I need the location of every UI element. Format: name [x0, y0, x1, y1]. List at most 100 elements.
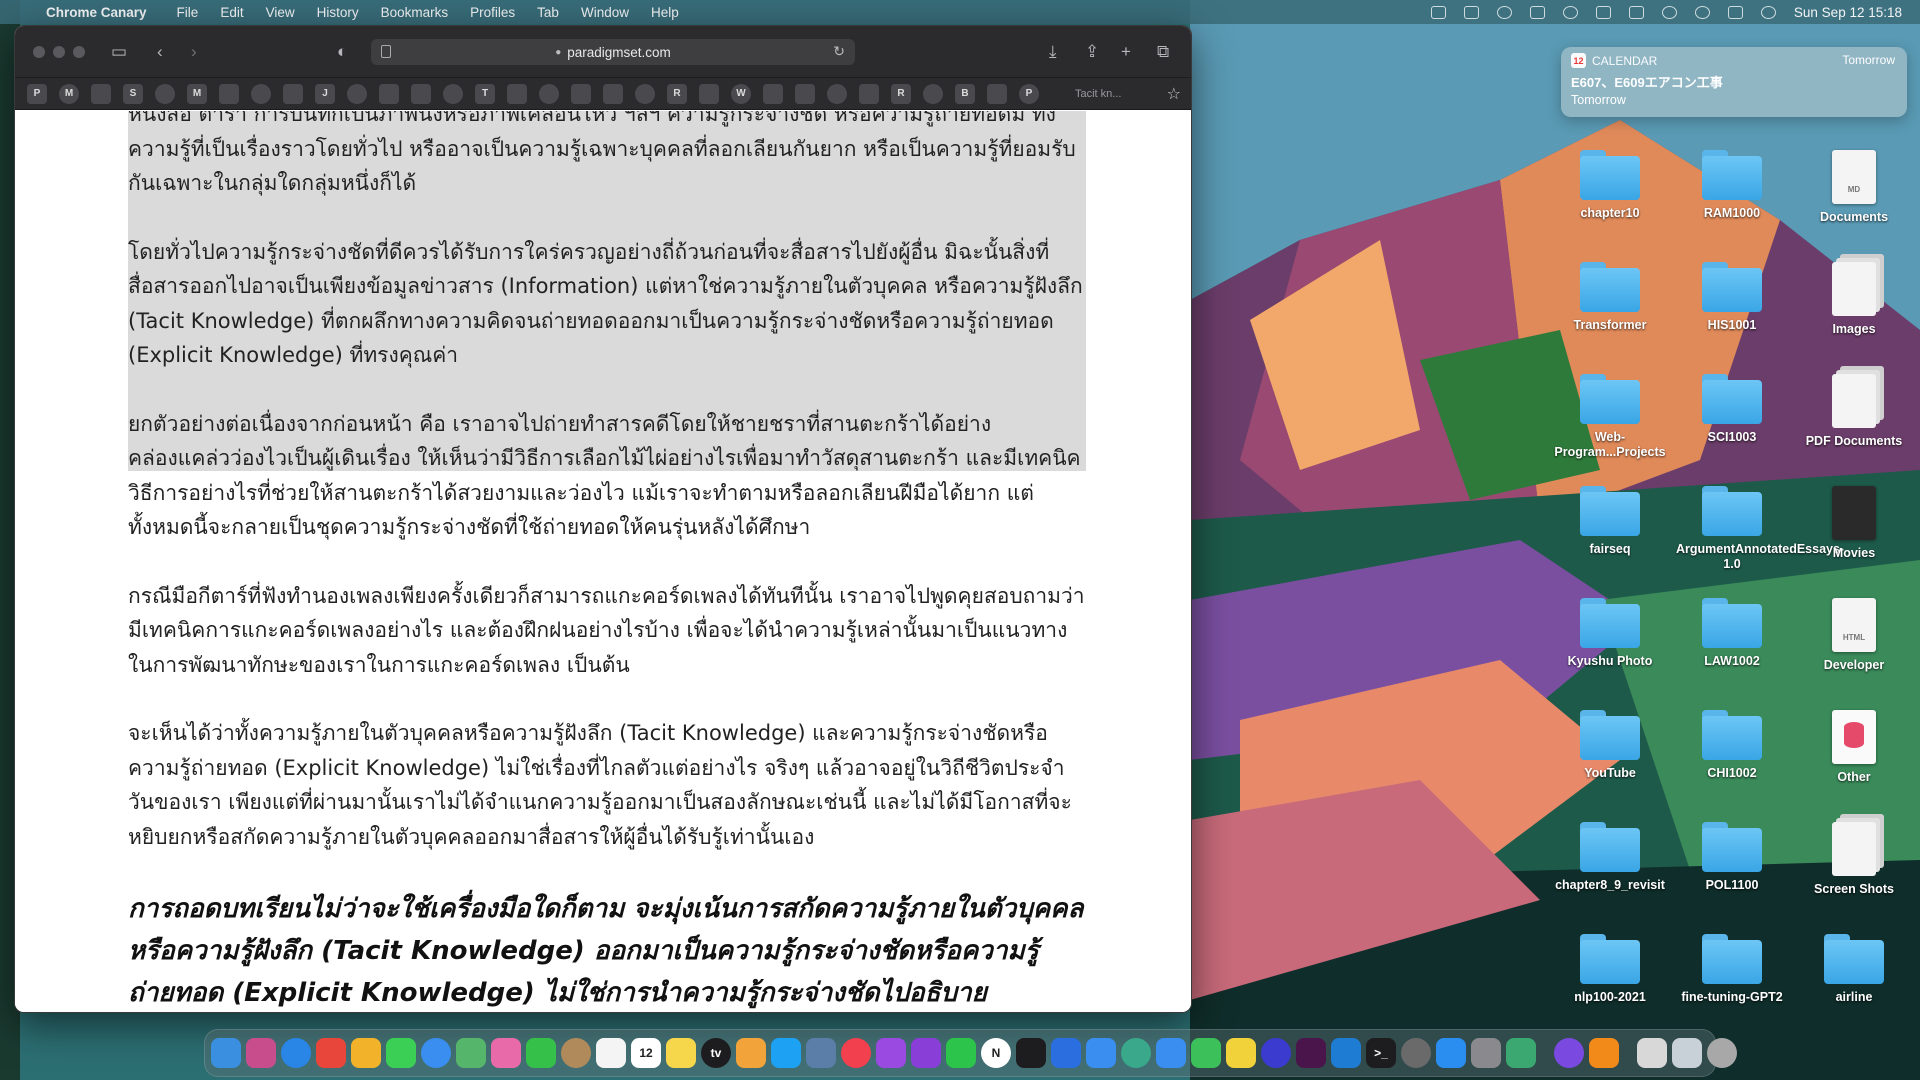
- desktop-item[interactable]: Other: [1798, 710, 1910, 785]
- bookmark-favicon-icon[interactable]: [155, 83, 175, 104]
- numbers-icon[interactable]: [1191, 1038, 1221, 1068]
- desktop-item[interactable]: Transformer: [1554, 262, 1666, 333]
- bookmark-favicon-icon[interactable]: [923, 83, 943, 104]
- vpn-icon[interactable]: [1051, 1038, 1081, 1068]
- bookmark-favicon-icon[interactable]: M: [59, 83, 79, 104]
- bookmark-favicon-icon[interactable]: [987, 83, 1007, 104]
- download-icon[interactable]: ⤓: [1049, 42, 1057, 62]
- bookmark-favicon-icon[interactable]: B: [955, 83, 975, 104]
- desktop-item[interactable]: LAW1002: [1676, 598, 1788, 669]
- menu-clock[interactable]: Sun Sep 12 15:18: [1794, 5, 1902, 20]
- reload-icon[interactable]: ↻: [833, 43, 845, 60]
- gimp-icon[interactable]: [1401, 1038, 1431, 1068]
- menu-history[interactable]: History: [317, 5, 359, 20]
- chrome-canary-icon[interactable]: [351, 1038, 381, 1068]
- menu-tab[interactable]: Tab: [537, 5, 559, 20]
- desktop-item[interactable]: chapter8_9_revisit: [1554, 822, 1666, 893]
- bookmark-favicon-icon[interactable]: R: [667, 83, 687, 104]
- menu-file[interactable]: File: [177, 5, 199, 20]
- share-icon[interactable]: ⇪: [1085, 42, 1099, 62]
- forward-arrow-icon[interactable]: ›: [191, 42, 197, 62]
- desktop-item[interactable]: PDF Documents: [1798, 374, 1910, 449]
- twitter-icon[interactable]: [771, 1038, 801, 1068]
- vlc-icon[interactable]: [1589, 1038, 1619, 1068]
- desktop-item[interactable]: CHI1002: [1676, 710, 1788, 781]
- desktop-item[interactable]: Kyushu Photo: [1554, 598, 1666, 669]
- bookmark-favicon-icon[interactable]: [859, 83, 879, 104]
- trash-icon[interactable]: [1707, 1038, 1737, 1068]
- desktop-item[interactable]: fine-tuning-GPT2: [1676, 934, 1788, 1005]
- wifi-icon[interactable]: [1661, 5, 1677, 19]
- desktop-item[interactable]: Movies: [1798, 486, 1910, 561]
- bookmark-favicon-icon[interactable]: [283, 83, 303, 104]
- bookmark-favicon-icon[interactable]: P: [27, 83, 47, 104]
- desktop-item[interactable]: ArgumentAnnotatedEssays-1.0: [1676, 486, 1844, 572]
- sidebar-toggle-icon[interactable]: ▭: [111, 42, 127, 62]
- screen-icon[interactable]: [1261, 1038, 1291, 1068]
- apple-tv-icon[interactable]: tv: [701, 1038, 731, 1068]
- zoom-button[interactable]: [73, 46, 85, 58]
- bookmark-favicon-icon[interactable]: [91, 83, 111, 104]
- desktop-item[interactable]: nlp100-2021: [1554, 934, 1666, 1005]
- reminders-icon[interactable]: [596, 1038, 626, 1068]
- chatgpt-icon[interactable]: [1121, 1038, 1151, 1068]
- bookmark-favicon-icon[interactable]: [699, 83, 719, 104]
- safari-icon[interactable]: [281, 1038, 311, 1068]
- facetime-icon[interactable]: [526, 1038, 556, 1068]
- bookmark-favicon-icon[interactable]: [219, 83, 239, 104]
- minimize-button[interactable]: [53, 46, 65, 58]
- bookmark-favicon-icon[interactable]: [507, 83, 527, 104]
- menu-edit[interactable]: Edit: [220, 5, 243, 20]
- desktop-item[interactable]: POL1100: [1676, 822, 1788, 893]
- desktop-item[interactable]: airline: [1798, 934, 1910, 1005]
- bookmark-favicon-icon[interactable]: [379, 83, 399, 104]
- bookmark-favicon-icon[interactable]: [571, 83, 591, 104]
- podcast-alt-icon[interactable]: [911, 1038, 941, 1068]
- bookmark-favicon-icon[interactable]: [347, 83, 367, 104]
- messages-icon[interactable]: [386, 1038, 416, 1068]
- status-icon-2[interactable]: [1463, 5, 1479, 19]
- desktop-item[interactable]: Screen Shots: [1798, 822, 1910, 897]
- line-icon[interactable]: [946, 1038, 976, 1068]
- bookmark-favicon-icon[interactable]: R: [891, 83, 911, 104]
- bookmark-favicon-icon[interactable]: P: [1019, 83, 1039, 104]
- desktop-item[interactable]: Images: [1798, 262, 1910, 337]
- desktop-item[interactable]: fairseq: [1554, 486, 1666, 557]
- bookmark-favicon-icon[interactable]: [635, 83, 655, 104]
- bookmark-star-icon[interactable]: ☆: [1167, 84, 1181, 104]
- tab-title[interactable]: Tacit kn...: [1075, 88, 1121, 100]
- contacts-icon[interactable]: [561, 1038, 591, 1068]
- status-icon-1[interactable]: [1430, 5, 1446, 19]
- address-bar[interactable]: ● paradigmset.com ↻: [371, 39, 855, 65]
- shield-icon[interactable]: ◐: [337, 42, 347, 62]
- binance-icon[interactable]: [1016, 1038, 1046, 1068]
- tab-overview-icon[interactable]: ⧉: [1157, 42, 1169, 62]
- bookmark-favicon-icon[interactable]: [251, 83, 271, 104]
- back-arrow-icon[interactable]: ‹: [157, 42, 163, 62]
- podcasts-icon[interactable]: [876, 1038, 906, 1068]
- anaconda-icon[interactable]: [1506, 1038, 1536, 1068]
- desktop-item[interactable]: YouTube: [1554, 710, 1666, 781]
- calendar-notification[interactable]: 12 CALENDAR Tomorrow E607、E609エアコン工事 Tom…: [1561, 47, 1907, 117]
- notion-icon[interactable]: N: [981, 1038, 1011, 1068]
- music-icon[interactable]: [841, 1038, 871, 1068]
- bookmark-favicon-icon[interactable]: [539, 83, 559, 104]
- bookmark-favicon-icon[interactable]: [603, 83, 623, 104]
- status-icon-5[interactable]: [1562, 5, 1578, 19]
- slack-icon[interactable]: [1296, 1038, 1326, 1068]
- mail-icon[interactable]: [421, 1038, 451, 1068]
- bookmark-favicon-icon[interactable]: [795, 83, 815, 104]
- keynote-icon[interactable]: [1156, 1038, 1186, 1068]
- downloads-stack-icon[interactable]: [1672, 1038, 1702, 1068]
- bookmark-favicon-icon[interactable]: M: [187, 83, 207, 104]
- bookmark-favicon-icon[interactable]: [763, 83, 783, 104]
- bookmark-favicon-icon[interactable]: J: [315, 83, 335, 104]
- documents-stack-icon[interactable]: [1637, 1038, 1667, 1068]
- menu-profiles[interactable]: Profiles: [470, 5, 515, 20]
- desktop-item[interactable]: MD Documents: [1798, 150, 1910, 225]
- vscode-icon[interactable]: [1331, 1038, 1361, 1068]
- desktop-item[interactable]: SCI1003: [1676, 374, 1788, 445]
- bookmark-favicon-icon[interactable]: W: [731, 83, 751, 104]
- bookmark-favicon-icon[interactable]: [827, 83, 847, 104]
- desktop-item[interactable]: RAM1000: [1676, 150, 1788, 221]
